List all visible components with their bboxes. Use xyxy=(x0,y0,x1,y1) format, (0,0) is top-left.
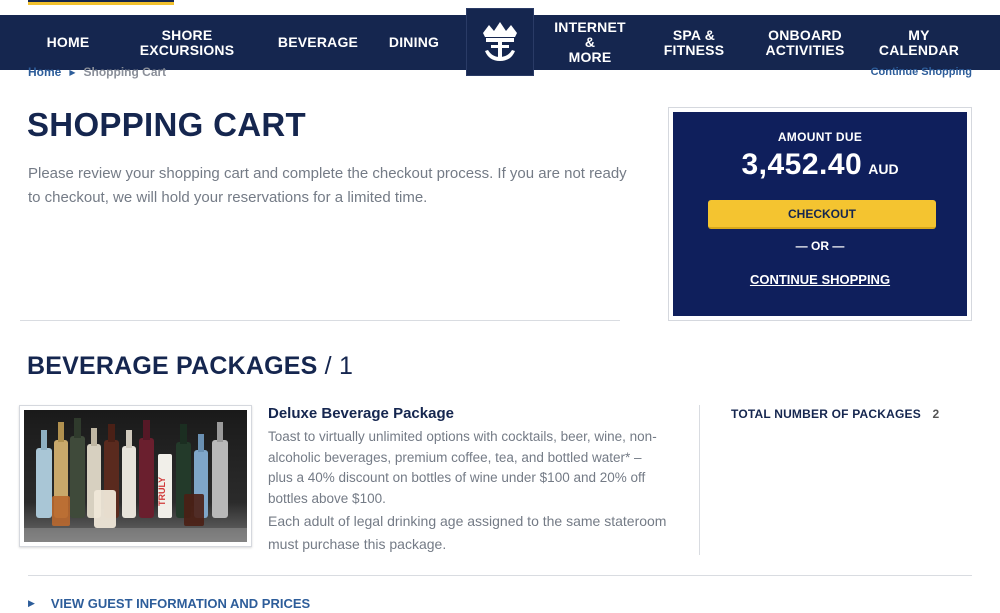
or-divider: — OR — xyxy=(795,239,845,253)
view-guest-info-label: VIEW GUEST INFORMATION AND PRICES xyxy=(50,596,311,611)
nav-item-label: SHORE EXCURSIONS xyxy=(139,26,235,58)
crown-anchor-icon xyxy=(483,22,517,61)
can-label-text: TRULY xyxy=(157,477,167,506)
nav-item-label-line1: INTERNET & xyxy=(554,19,626,50)
view-guest-info-toggle[interactable]: ▶ VIEW GUEST INFORMATION AND PRICES xyxy=(28,596,310,611)
total-packages: TOTAL NUMBER OF PACKAGES 2 xyxy=(731,407,939,421)
page-title: SHOPPING CART xyxy=(27,106,306,143)
package-image-frame: TRULY xyxy=(19,405,252,547)
package-description: Toast to virtually unlimited options wit… xyxy=(268,429,657,506)
nav-item-label-line2: ACTIVITIES xyxy=(765,41,845,58)
continue-shopping-link-top[interactable]: Continue Shopping xyxy=(871,66,972,78)
section-divider-bottom xyxy=(28,575,972,576)
breadcrumb-home-link[interactable]: Home xyxy=(28,65,61,79)
nav-item-beverage[interactable]: BEVERAGE xyxy=(277,15,359,70)
amount-number: 3,452.40 xyxy=(741,148,863,181)
nav-item-label-line2: CALENDAR xyxy=(878,41,960,58)
nav-item-shore-excursions[interactable]: SHORE EXCURSIONS xyxy=(123,15,251,70)
brand-logo-strip[interactable] xyxy=(28,0,174,5)
nav-item-label: DINING xyxy=(388,34,440,50)
total-packages-value: 2 xyxy=(932,407,940,421)
nav-item-label: BEVERAGE xyxy=(277,34,359,50)
chevron-right-icon: ▶ xyxy=(69,67,76,77)
nav-item-label-line2: MORE xyxy=(568,49,612,65)
section-item-count: / 1 xyxy=(324,352,354,380)
breadcrumb-current: Shopping Cart xyxy=(83,65,167,79)
nav-item-dining[interactable]: DINING xyxy=(385,15,443,70)
amount-due-value: 3,452.40 AUD xyxy=(673,148,967,182)
breadcrumb: Home ▶ Shopping Cart xyxy=(28,65,166,79)
nav-item-home[interactable]: HOME xyxy=(38,15,98,70)
total-packages-label: TOTAL NUMBER OF PACKAGES xyxy=(731,407,921,421)
nav-item-label: HOME xyxy=(46,34,90,50)
chevron-right-icon: ▶ xyxy=(28,598,35,608)
nav-item-label-line1: ONBOARD xyxy=(768,26,842,43)
section-divider xyxy=(20,320,620,321)
vertical-divider xyxy=(699,405,700,555)
package-note: Each adult of legal drinking age assigne… xyxy=(268,513,667,552)
checkout-button[interactable]: CHECKOUT xyxy=(708,200,936,229)
nav-item-internet-more[interactable]: INTERNET & MORE xyxy=(552,15,628,70)
section-title-beverage-packages: BEVERAGE PACKAGES / 1 xyxy=(27,352,353,381)
continue-shopping-link[interactable]: CONTINUE SHOPPING xyxy=(673,272,967,287)
nav-item-label-line2: FITNESS xyxy=(663,41,725,58)
nav-item-my-calendar[interactable]: MY CALENDAR xyxy=(879,15,959,70)
amount-due-label: AMOUNT DUE xyxy=(777,130,863,144)
nav-item-onboard-activities[interactable]: ONBOARD ACTIVITIES xyxy=(765,15,845,70)
beverage-bottles-image: TRULY xyxy=(24,410,247,542)
amount-currency: AUD xyxy=(868,161,899,177)
section-title-text: BEVERAGE PACKAGES xyxy=(27,352,318,380)
page-intro: Please review your shopping cart and com… xyxy=(28,165,627,206)
nav-item-label-line1: SPA & xyxy=(672,26,716,43)
home-logo-button[interactable] xyxy=(466,8,534,76)
amount-due-panel: AMOUNT DUE 3,452.40 AUD CHECKOUT — OR — … xyxy=(668,107,972,321)
nav-item-label-line1: MY xyxy=(908,26,930,43)
amount-due-box: AMOUNT DUE 3,452.40 AUD CHECKOUT — OR — … xyxy=(673,112,967,316)
nav-item-spa-fitness[interactable]: SPA & FITNESS xyxy=(664,15,724,70)
package-name[interactable]: Deluxe Beverage Package xyxy=(268,405,454,422)
